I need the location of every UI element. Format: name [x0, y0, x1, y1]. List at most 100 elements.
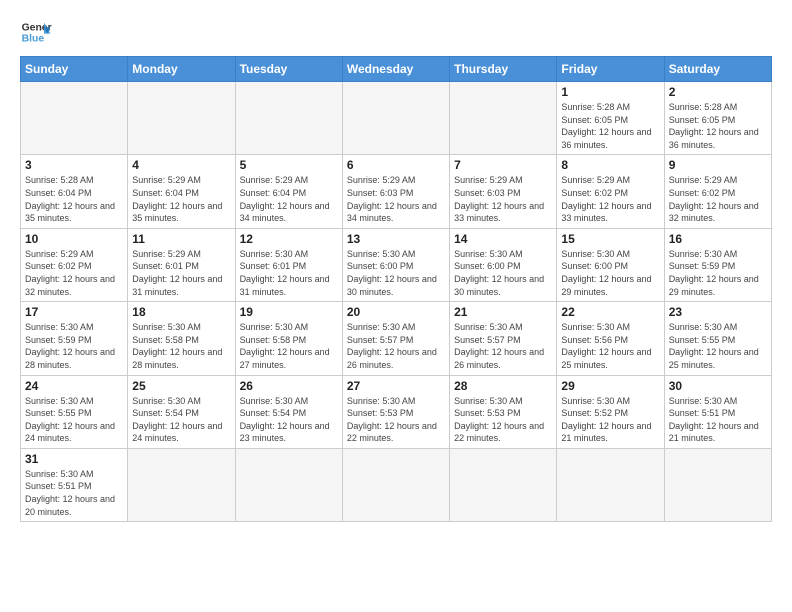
- calendar-header-sunday: Sunday: [21, 57, 128, 82]
- day-number: 27: [347, 379, 445, 393]
- calendar-day-cell: [342, 448, 449, 521]
- calendar-day-cell: 21Sunrise: 5:30 AM Sunset: 5:57 PM Dayli…: [450, 302, 557, 375]
- calendar-day-cell: 28 Sunrise: 5:30 AM Sunset: 5:53 PM Dayli…: [450, 375, 557, 448]
- calendar-header-monday: Monday: [128, 57, 235, 82]
- calendar-week-row: 17 Sunrise: 5:30 AM Sunset: 5:59 PM Dayli…: [21, 302, 772, 375]
- calendar-week-row: 1 Sunrise: 5:28 AM Sunset: 6:05 PM Daylig…: [21, 82, 772, 155]
- calendar-day-cell: 29 Sunrise: 5:30 AM Sunset: 5:52 PM Dayli…: [557, 375, 664, 448]
- calendar-day-cell: 13 Sunrise: 5:30 AM Sunset: 6:00 PM Dayli…: [342, 228, 449, 301]
- calendar-week-row: 31Sunrise: 5:30 AM Sunset: 5:51 PM Dayli…: [21, 448, 772, 521]
- calendar-header-tuesday: Tuesday: [235, 57, 342, 82]
- calendar-table: SundayMondayTuesdayWednesdayThursdayFrid…: [20, 56, 772, 522]
- calendar-header-friday: Friday: [557, 57, 664, 82]
- calendar-day-cell: 27 Sunrise: 5:30 AM Sunset: 5:53 PM Dayli…: [342, 375, 449, 448]
- calendar-header-row: SundayMondayTuesdayWednesdayThursdayFrid…: [21, 57, 772, 82]
- calendar-day-cell: 1Sunrise: 5:28 AM Sunset: 6:05 PM Daylig…: [557, 82, 664, 155]
- day-info: Sunrise: 5:30 AM Sunset: 5:53 PM Dayligh…: [454, 395, 552, 445]
- day-number: 15: [561, 232, 659, 246]
- calendar-day-cell: 3 Sunrise: 5:28 AM Sunset: 6:04 PM Daylig…: [21, 155, 128, 228]
- header: General Blue: [20, 16, 772, 48]
- calendar-week-row: 10Sunrise: 5:29 AM Sunset: 6:02 PM Dayli…: [21, 228, 772, 301]
- day-info: Sunrise: 5:30 AM Sunset: 5:51 PM Dayligh…: [25, 468, 123, 518]
- day-info: Sunrise: 5:30 AM Sunset: 5:53 PM Dayligh…: [347, 395, 445, 445]
- calendar-day-cell: [664, 448, 771, 521]
- day-info: Sunrise: 5:30 AM Sunset: 5:59 PM Dayligh…: [669, 248, 767, 298]
- calendar-day-cell: 2 Sunrise: 5:28 AM Sunset: 6:05 PM Daylig…: [664, 82, 771, 155]
- calendar-header-wednesday: Wednesday: [342, 57, 449, 82]
- calendar-day-cell: 17 Sunrise: 5:30 AM Sunset: 5:59 PM Dayli…: [21, 302, 128, 375]
- calendar-day-cell: 8 Sunrise: 5:29 AM Sunset: 6:02 PM Daylig…: [557, 155, 664, 228]
- calendar-day-cell: [557, 448, 664, 521]
- day-info: Sunrise: 5:29 AM Sunset: 6:04 PM Dayligh…: [132, 174, 230, 224]
- day-info: Sunrise: 5:30 AM Sunset: 5:55 PM Dayligh…: [25, 395, 123, 445]
- day-info: Sunrise: 5:29 AM Sunset: 6:01 PM Dayligh…: [132, 248, 230, 298]
- day-info: Sunrise: 5:29 AM Sunset: 6:02 PM Dayligh…: [669, 174, 767, 224]
- day-number: 6: [347, 158, 445, 172]
- day-info: Sunrise: 5:29 AM Sunset: 6:02 PM Dayligh…: [561, 174, 659, 224]
- calendar-day-cell: 11 Sunrise: 5:29 AM Sunset: 6:01 PM Dayli…: [128, 228, 235, 301]
- calendar-day-cell: [342, 82, 449, 155]
- day-info: Sunrise: 5:30 AM Sunset: 5:51 PM Dayligh…: [669, 395, 767, 445]
- calendar-day-cell: [128, 448, 235, 521]
- day-number: 17: [25, 305, 123, 319]
- calendar-day-cell: 25Sunrise: 5:30 AM Sunset: 5:54 PM Dayli…: [128, 375, 235, 448]
- calendar-day-cell: [128, 82, 235, 155]
- day-number: 19: [240, 305, 338, 319]
- day-number: 24: [25, 379, 123, 393]
- calendar-day-cell: 22 Sunrise: 5:30 AM Sunset: 5:56 PM Dayli…: [557, 302, 664, 375]
- day-number: 8: [561, 158, 659, 172]
- day-info: Sunrise: 5:30 AM Sunset: 5:57 PM Dayligh…: [347, 321, 445, 371]
- day-info: Sunrise: 5:30 AM Sunset: 5:58 PM Dayligh…: [132, 321, 230, 371]
- calendar-day-cell: 6Sunrise: 5:29 AM Sunset: 6:03 PM Daylig…: [342, 155, 449, 228]
- day-info: Sunrise: 5:30 AM Sunset: 5:52 PM Dayligh…: [561, 395, 659, 445]
- calendar-day-cell: [450, 82, 557, 155]
- day-number: 29: [561, 379, 659, 393]
- day-info: Sunrise: 5:30 AM Sunset: 6:00 PM Dayligh…: [454, 248, 552, 298]
- day-number: 4: [132, 158, 230, 172]
- calendar-day-cell: 16Sunrise: 5:30 AM Sunset: 5:59 PM Dayli…: [664, 228, 771, 301]
- day-number: 12: [240, 232, 338, 246]
- day-number: 30: [669, 379, 767, 393]
- calendar-day-cell: 26Sunrise: 5:30 AM Sunset: 5:54 PM Dayli…: [235, 375, 342, 448]
- calendar-week-row: 3 Sunrise: 5:28 AM Sunset: 6:04 PM Daylig…: [21, 155, 772, 228]
- calendar-day-cell: 9Sunrise: 5:29 AM Sunset: 6:02 PM Daylig…: [664, 155, 771, 228]
- day-info: Sunrise: 5:30 AM Sunset: 6:00 PM Dayligh…: [561, 248, 659, 298]
- day-info: Sunrise: 5:30 AM Sunset: 6:00 PM Dayligh…: [347, 248, 445, 298]
- day-number: 2: [669, 85, 767, 99]
- calendar-day-cell: 18Sunrise: 5:30 AM Sunset: 5:58 PM Dayli…: [128, 302, 235, 375]
- day-info: Sunrise: 5:29 AM Sunset: 6:04 PM Dayligh…: [240, 174, 338, 224]
- day-number: 11: [132, 232, 230, 246]
- page: General Blue SundayMondayTuesdayWednesda…: [0, 0, 792, 612]
- calendar-day-cell: [21, 82, 128, 155]
- calendar-day-cell: 31Sunrise: 5:30 AM Sunset: 5:51 PM Dayli…: [21, 448, 128, 521]
- calendar-day-cell: [235, 448, 342, 521]
- day-info: Sunrise: 5:29 AM Sunset: 6:03 PM Dayligh…: [454, 174, 552, 224]
- day-info: Sunrise: 5:28 AM Sunset: 6:05 PM Dayligh…: [669, 101, 767, 151]
- calendar-day-cell: 5Sunrise: 5:29 AM Sunset: 6:04 PM Daylig…: [235, 155, 342, 228]
- calendar-header-thursday: Thursday: [450, 57, 557, 82]
- day-number: 21: [454, 305, 552, 319]
- calendar-day-cell: 10Sunrise: 5:29 AM Sunset: 6:02 PM Dayli…: [21, 228, 128, 301]
- day-number: 13: [347, 232, 445, 246]
- day-number: 22: [561, 305, 659, 319]
- day-info: Sunrise: 5:30 AM Sunset: 5:58 PM Dayligh…: [240, 321, 338, 371]
- calendar-day-cell: 14Sunrise: 5:30 AM Sunset: 6:00 PM Dayli…: [450, 228, 557, 301]
- day-number: 28: [454, 379, 552, 393]
- logo: General Blue: [20, 16, 52, 48]
- logo-icon: General Blue: [20, 16, 52, 48]
- day-number: 26: [240, 379, 338, 393]
- day-info: Sunrise: 5:28 AM Sunset: 6:04 PM Dayligh…: [25, 174, 123, 224]
- calendar-week-row: 24 Sunrise: 5:30 AM Sunset: 5:55 PM Dayli…: [21, 375, 772, 448]
- calendar-day-cell: 24 Sunrise: 5:30 AM Sunset: 5:55 PM Dayli…: [21, 375, 128, 448]
- day-info: Sunrise: 5:30 AM Sunset: 5:56 PM Dayligh…: [561, 321, 659, 371]
- day-number: 3: [25, 158, 123, 172]
- calendar-header-saturday: Saturday: [664, 57, 771, 82]
- calendar-day-cell: 15 Sunrise: 5:30 AM Sunset: 6:00 PM Dayli…: [557, 228, 664, 301]
- calendar-day-cell: 7Sunrise: 5:29 AM Sunset: 6:03 PM Daylig…: [450, 155, 557, 228]
- day-info: Sunrise: 5:30 AM Sunset: 5:59 PM Dayligh…: [25, 321, 123, 371]
- day-info: Sunrise: 5:30 AM Sunset: 6:01 PM Dayligh…: [240, 248, 338, 298]
- day-number: 10: [25, 232, 123, 246]
- day-number: 25: [132, 379, 230, 393]
- calendar-day-cell: 4 Sunrise: 5:29 AM Sunset: 6:04 PM Daylig…: [128, 155, 235, 228]
- day-number: 1: [561, 85, 659, 99]
